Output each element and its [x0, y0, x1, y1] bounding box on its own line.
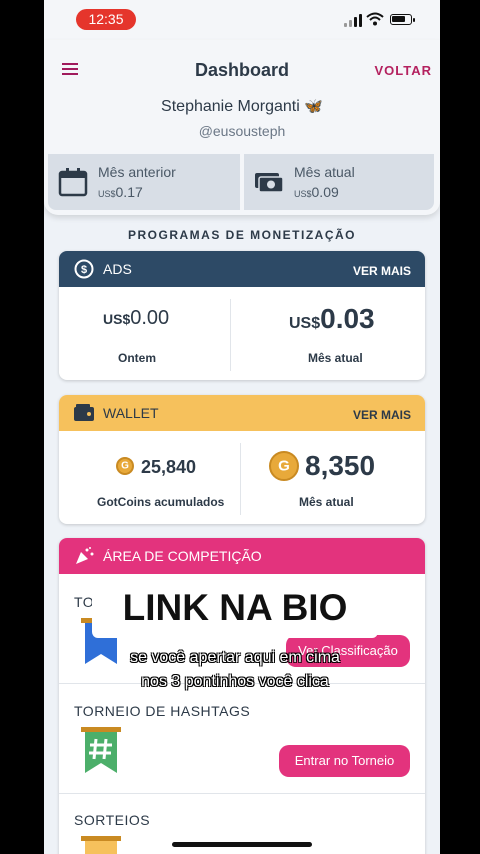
svg-text:$: $	[81, 264, 87, 276]
ads-month-label: Mês atual	[308, 351, 363, 365]
wallet-card: WALLET VER MAIS 25,840 GotCoins acumulad…	[59, 395, 425, 524]
gotcoins-accumulated-label: GotCoins acumulados	[97, 495, 225, 509]
user-name-text: Stephanie Morganti	[161, 98, 300, 115]
ads-yesterday-label: Ontem	[118, 351, 157, 365]
caption-line-2: nos 3 pontinhos você clica	[141, 673, 329, 690]
back-button[interactable]: VOLTAR	[374, 63, 432, 78]
current-month-earnings: Mês atual US$0.09	[244, 154, 434, 210]
phone-screen: 12:35 Dashboard VOLTAR Stephanie Morgant…	[44, 0, 440, 854]
wallet-title: WALLET	[103, 405, 159, 421]
gotcoin-icon	[116, 457, 134, 475]
dollar-coin-icon: $	[74, 259, 94, 279]
row-separator	[59, 793, 425, 794]
ads-yesterday-value: US$0.00	[103, 307, 170, 329]
wifi-icon	[366, 12, 384, 26]
status-bar: 12:35	[44, 0, 440, 40]
current-month-label: Mês atual	[294, 164, 355, 180]
current-month-value: US$0.09	[294, 184, 339, 200]
competition-card-header: ÁREA DE COMPETIÇÃO	[59, 538, 425, 574]
home-indicator	[172, 842, 312, 847]
wallet-see-more-button[interactable]: VER MAIS	[353, 408, 411, 422]
raffles-title: SORTEIOS	[74, 812, 151, 828]
wallet-icon	[74, 404, 94, 421]
link-in-bio-overlay: LINK NA BIO	[92, 578, 378, 638]
butterfly-icon: 🦋	[304, 98, 323, 115]
gotcoin-large-icon	[269, 451, 299, 481]
hashtag-banner-icon	[81, 727, 121, 773]
status-time: 12:35	[76, 9, 136, 30]
gotcoins-month-value: 8,350	[305, 450, 376, 481]
signal-icon	[344, 13, 362, 27]
user-name: Stephanie Morganti 🦋	[44, 97, 440, 116]
section-title: PROGRAMAS DE MONETIZAÇÃO	[128, 228, 356, 242]
battery-icon	[390, 14, 415, 25]
competition-title: ÁREA DE COMPETIÇÃO	[103, 548, 262, 564]
hashtag-tournament-title: TORNEIO DE HASHTAGS	[74, 703, 251, 719]
previous-month-value: US$0.17	[98, 184, 143, 200]
ads-month-value: US$0.03	[289, 303, 375, 334]
raffles-banner-icon	[81, 836, 121, 854]
calendar-icon	[58, 168, 88, 197]
wallet-divider	[240, 443, 241, 515]
ads-divider	[230, 299, 231, 371]
ads-card-header: $ ADS VER MAIS	[59, 251, 425, 287]
dashboard-header: Dashboard VOLTAR Stephanie Morganti 🦋 @e…	[44, 40, 440, 215]
caption-line-1: se você apertar aqui em cima	[130, 649, 340, 666]
enter-tournament-button[interactable]: Entrar no Torneio	[279, 745, 410, 777]
gotcoins-accumulated-value: 25,840	[141, 457, 197, 477]
ads-title: ADS	[103, 261, 132, 277]
previous-month-label: Mês anterior	[98, 164, 176, 180]
wallet-card-header: WALLET VER MAIS	[59, 395, 425, 431]
money-icon	[255, 173, 284, 193]
ads-card: $ ADS VER MAIS US$0.00 Ontem US$0.03 Mês…	[59, 251, 425, 380]
user-handle: @eusousteph	[198, 123, 286, 139]
gotcoins-month-label: Mês atual	[299, 495, 354, 509]
previous-month-earnings: Mês anterior US$0.17	[48, 154, 240, 210]
party-popper-icon	[76, 547, 94, 564]
ads-see-more-button[interactable]: VER MAIS	[353, 264, 411, 278]
